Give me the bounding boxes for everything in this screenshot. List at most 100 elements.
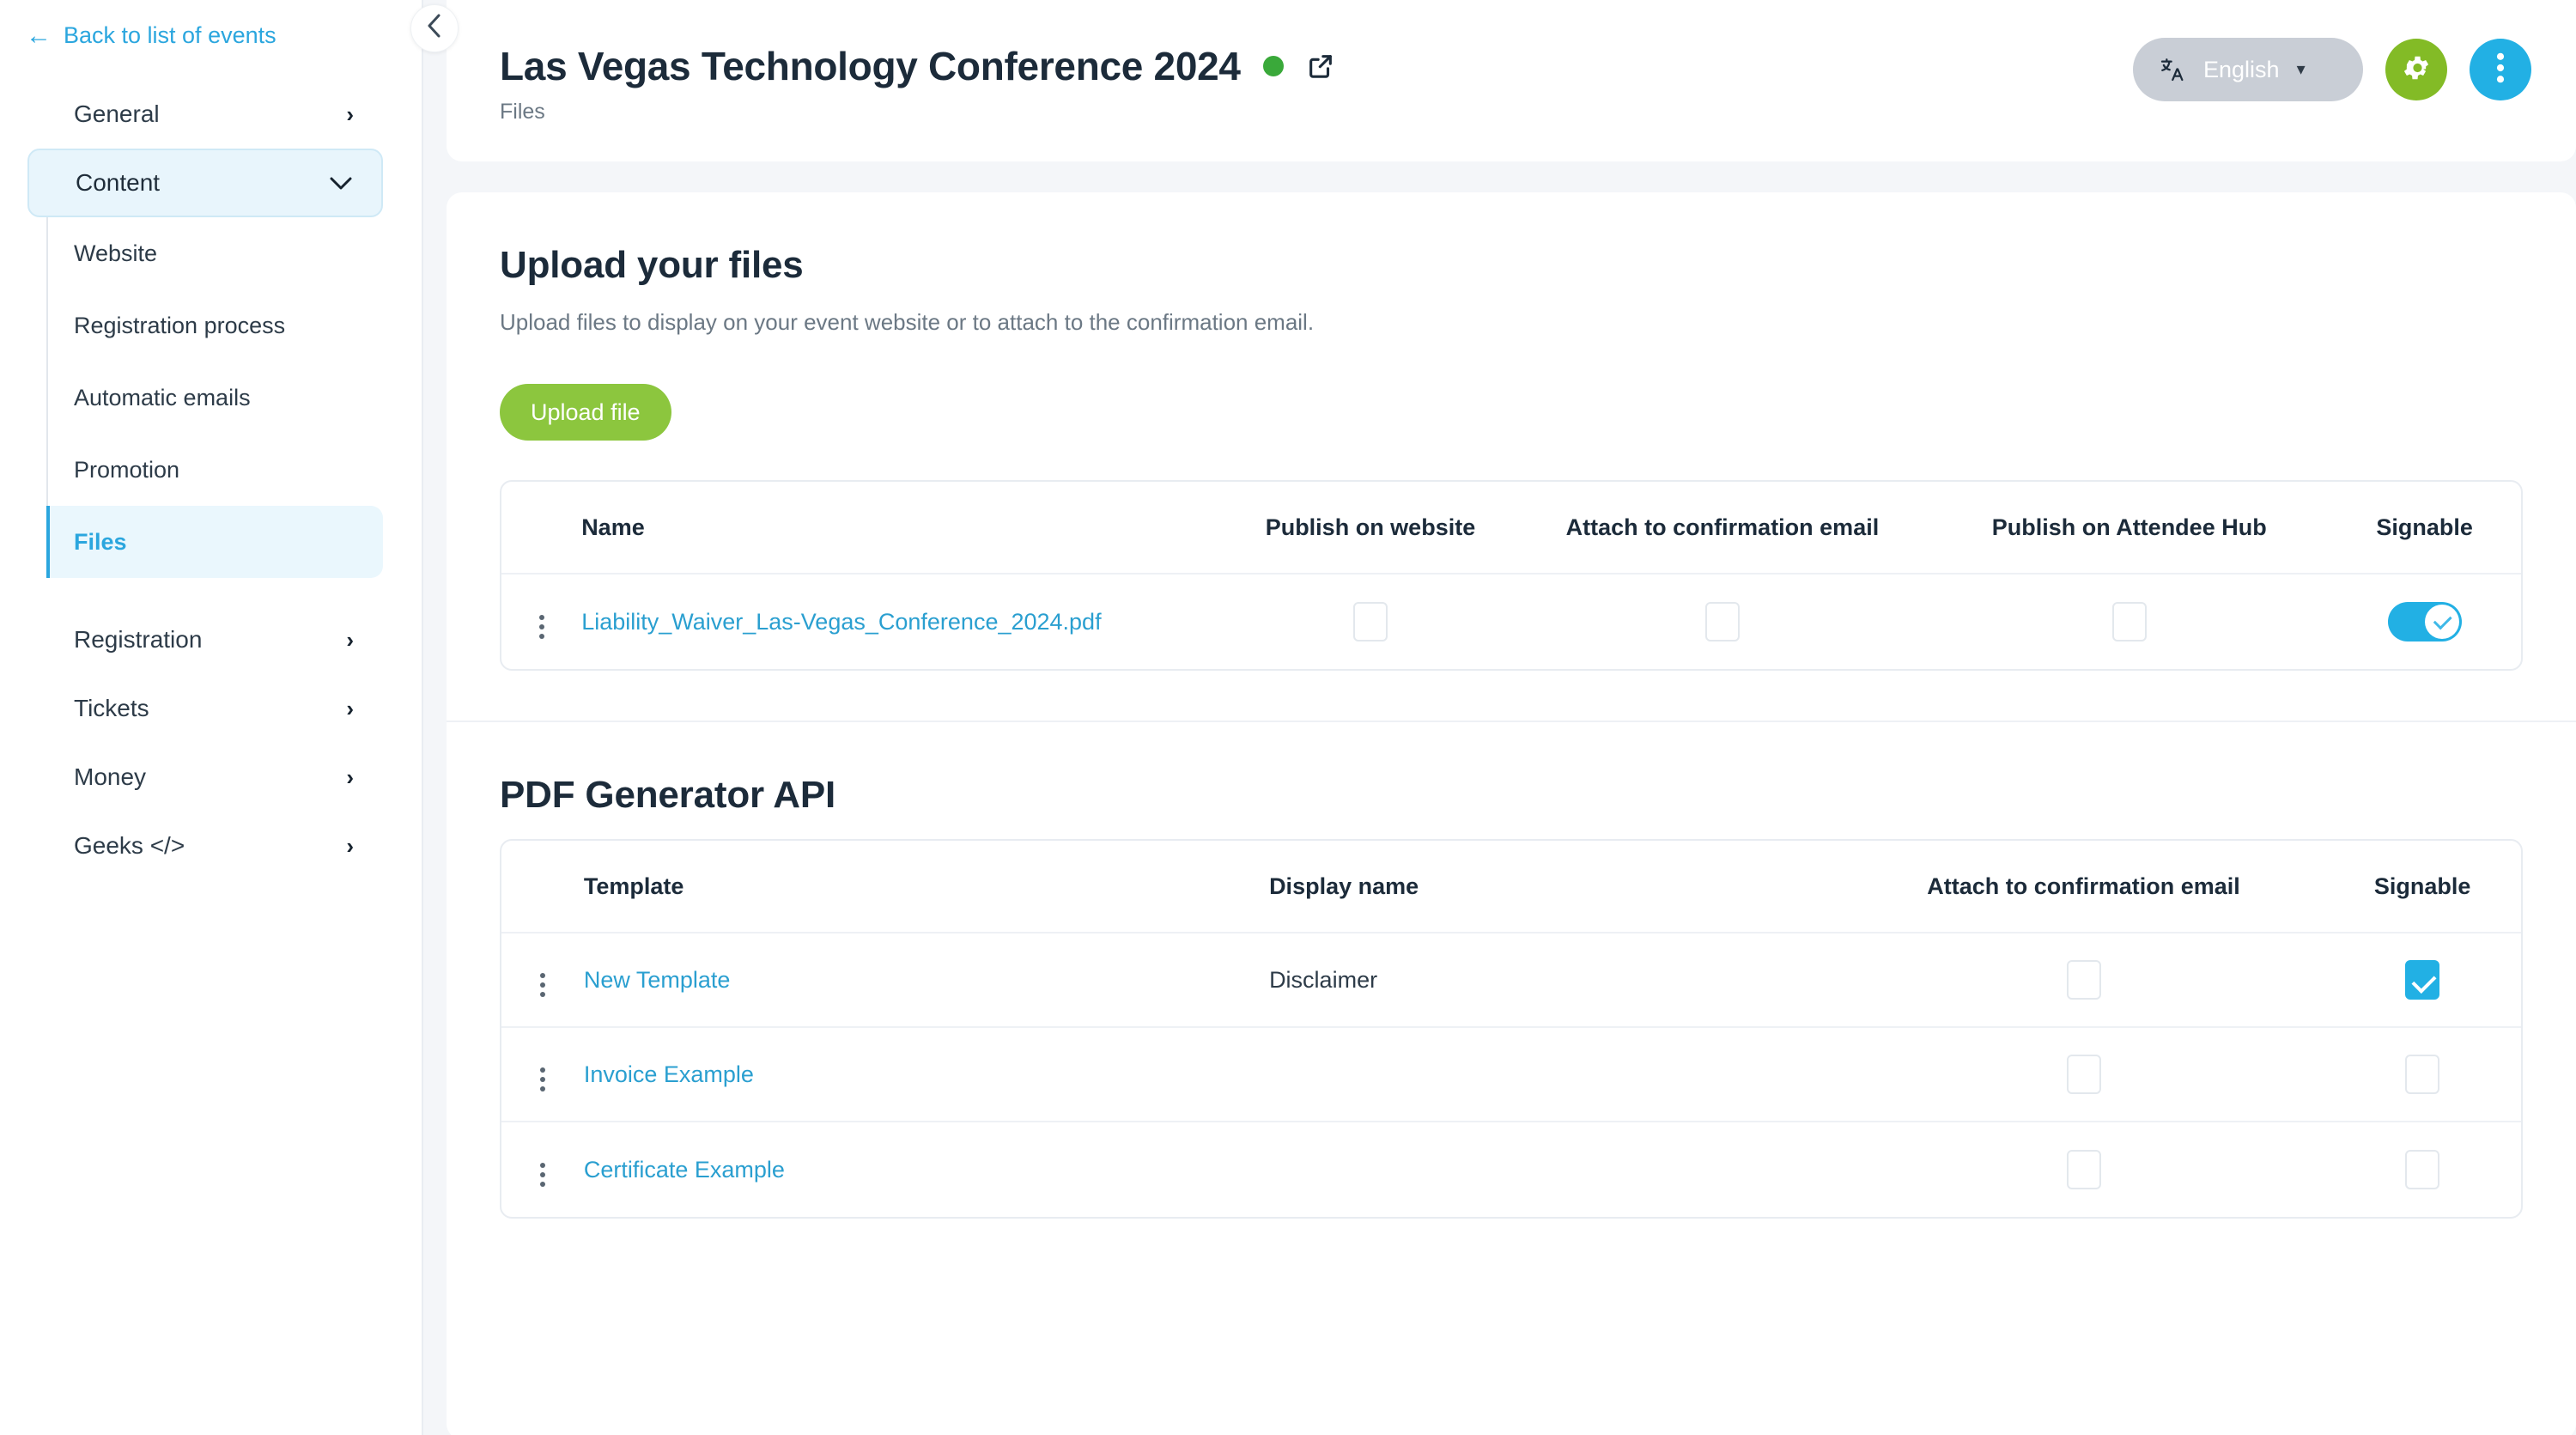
template-name-link[interactable]: Invoice Example: [584, 1061, 754, 1087]
title-row: Las Vegas Technology Conference 2024: [500, 43, 1335, 89]
sidebar-item-label: Money: [74, 763, 147, 790]
table-row: Certificate Example: [501, 1122, 2521, 1217]
pdf-col-attach-email: Attach to confirmation email: [1843, 841, 2324, 933]
template-name-link[interactable]: Certificate Example: [584, 1157, 785, 1183]
sidebar-subnav-content: Website Registration process Automatic e…: [46, 217, 422, 578]
sidebar-item-label: Registration: [74, 626, 203, 653]
attach-to-confirmation-email-checkbox[interactable]: [1704, 602, 1740, 641]
signable-cell: [2324, 933, 2521, 1028]
template-name-cell: Certificate Example: [584, 1122, 1269, 1217]
pdf-table-header-row: Template Display name Attach to confirma…: [501, 841, 2521, 933]
sidebar-nav: General › Content Website Registration p…: [0, 80, 422, 880]
publish-on-website-checkbox[interactable]: [1352, 602, 1388, 641]
chevron-right-icon: ›: [346, 833, 354, 859]
signable-checkbox[interactable]: [2405, 960, 2440, 1000]
pdf-col-template: Template: [583, 841, 1270, 933]
sidebar-subitem-label: Registration process: [74, 312, 286, 338]
page-header-actions: English ▾: [2133, 33, 2531, 101]
row-actions-cell: [501, 1122, 584, 1217]
attach-to-confirmation-email-checkbox[interactable]: [2066, 1150, 2101, 1189]
template-name-link[interactable]: New Template: [584, 967, 731, 993]
gear-icon: [2401, 52, 2432, 88]
pdf-table-head: Template Display name Attach to confirma…: [501, 841, 2521, 933]
pdf-col-display-name: Display name: [1269, 841, 1844, 933]
row-kebab-menu-icon[interactable]: [528, 1158, 557, 1192]
table-row: Liability_Waiver_Las-Vegas_Conference_20…: [501, 575, 2521, 669]
publish-on-attendee-hub-checkbox[interactable]: [2111, 602, 2147, 641]
attach-to-confirmation-email-checkbox[interactable]: [2066, 960, 2101, 1000]
row-kebab-menu-icon[interactable]: [527, 610, 556, 644]
sidebar-item-automatic-emails[interactable]: Automatic emails: [48, 362, 383, 434]
chevron-right-icon: ›: [346, 627, 354, 653]
row-kebab-menu-icon[interactable]: [528, 968, 557, 1002]
sidebar-item-website[interactable]: Website: [48, 217, 383, 289]
sidebar-subitem-label: Automatic emails: [74, 384, 251, 410]
sidebar-item-files[interactable]: Files: [46, 506, 383, 578]
sidebar-item-registration[interactable]: Registration ›: [27, 605, 383, 674]
status-badge: [1262, 56, 1284, 76]
pdf-table-body: New Template Disclaimer Invoice Example …: [501, 933, 2521, 1217]
signable-toggle[interactable]: [2387, 602, 2462, 641]
chevron-right-icon: ›: [346, 101, 354, 127]
chevron-right-icon: ›: [346, 764, 354, 790]
files-table-head: Name Publish on website Attach to confir…: [501, 482, 2521, 575]
file-name-link[interactable]: Liability_Waiver_Las-Vegas_Conference_20…: [581, 609, 1101, 635]
upload-section-subtitle: Upload files to display on your event we…: [500, 309, 1315, 335]
chevron-down-icon: ▾: [2296, 60, 2306, 79]
attach-email-cell: [1515, 575, 1930, 669]
display-name-cell: [1269, 1028, 1844, 1122]
back-to-events-link[interactable]: ← Back to list of events: [0, 0, 422, 49]
files-table-body: Liability_Waiver_Las-Vegas_Conference_20…: [501, 575, 2521, 669]
sidebar-item-promotion[interactable]: Promotion: [48, 434, 383, 506]
app-root: ← Back to list of events General › Conte…: [0, 0, 2576, 1435]
sidebar-item-label: Geeks </>: [74, 832, 185, 859]
signable-cell: [2324, 1028, 2521, 1122]
row-actions-cell: [501, 575, 581, 669]
attach-email-cell: [1844, 1122, 2324, 1217]
publish-hub-cell: [1930, 575, 2328, 669]
attach-to-confirmation-email-checkbox[interactable]: [2066, 1055, 2101, 1094]
chevron-down-icon: [330, 172, 352, 194]
sidebar-item-geeks[interactable]: Geeks </> ›: [27, 812, 383, 880]
files-col-name: Name: [581, 482, 1227, 575]
settings-button[interactable]: [2385, 39, 2447, 100]
breadcrumb: Files: [500, 100, 545, 124]
sidebar-item-label: Content: [76, 169, 161, 196]
upload-section-title: Upload your files: [500, 244, 804, 286]
file-name-cell: Liability_Waiver_Las-Vegas_Conference_20…: [581, 575, 1226, 669]
more-options-button[interactable]: [2470, 39, 2531, 100]
sidebar-item-content[interactable]: Content: [27, 149, 383, 217]
row-kebab-menu-icon[interactable]: [528, 1062, 557, 1097]
pdf-col-signable: Signable: [2324, 841, 2521, 933]
files-col-publish-hub: Publish on Attendee Hub: [1930, 482, 2329, 575]
sidebar-subitem-label: Promotion: [74, 456, 180, 483]
signable-checkbox[interactable]: [2405, 1055, 2440, 1094]
table-row: Invoice Example: [501, 1028, 2521, 1122]
arrow-left-icon: ←: [26, 21, 52, 50]
sidebar-item-registration-process[interactable]: Registration process: [48, 289, 383, 362]
sidebar-item-label: Tickets: [74, 695, 149, 721]
language-selector[interactable]: English ▾: [2133, 38, 2363, 101]
files-col-actions: [501, 482, 582, 575]
publish-website-cell: [1226, 575, 1515, 669]
sidebar-item-tickets[interactable]: Tickets ›: [27, 674, 383, 743]
toggle-knob-check-icon: [2424, 605, 2459, 639]
table-row: New Template Disclaimer: [501, 933, 2521, 1028]
page-title: Las Vegas Technology Conference 2024: [500, 44, 1241, 88]
files-col-publish-website: Publish on website: [1226, 482, 1515, 575]
sidebar: ← Back to list of events General › Conte…: [0, 0, 459, 1435]
files-table: Name Publish on website Attach to confir…: [500, 480, 2523, 671]
sidebar-collapse-button[interactable]: [410, 4, 459, 52]
external-link-icon[interactable]: [1306, 52, 1335, 81]
back-to-events-label: Back to list of events: [64, 22, 276, 48]
sidebar-subitem-label: Files: [74, 528, 127, 555]
sidebar-item-money[interactable]: Money ›: [27, 743, 383, 812]
row-actions-cell: [501, 933, 584, 1028]
attach-email-cell: [1843, 933, 2324, 1028]
signable-checkbox[interactable]: [2405, 1150, 2440, 1189]
files-col-attach-email: Attach to confirmation email: [1514, 482, 1931, 575]
upload-files-section: Upload your files Upload files to displa…: [447, 192, 2576, 721]
sidebar-item-general[interactable]: General ›: [27, 80, 383, 149]
upload-file-button[interactable]: Upload file: [500, 384, 671, 441]
